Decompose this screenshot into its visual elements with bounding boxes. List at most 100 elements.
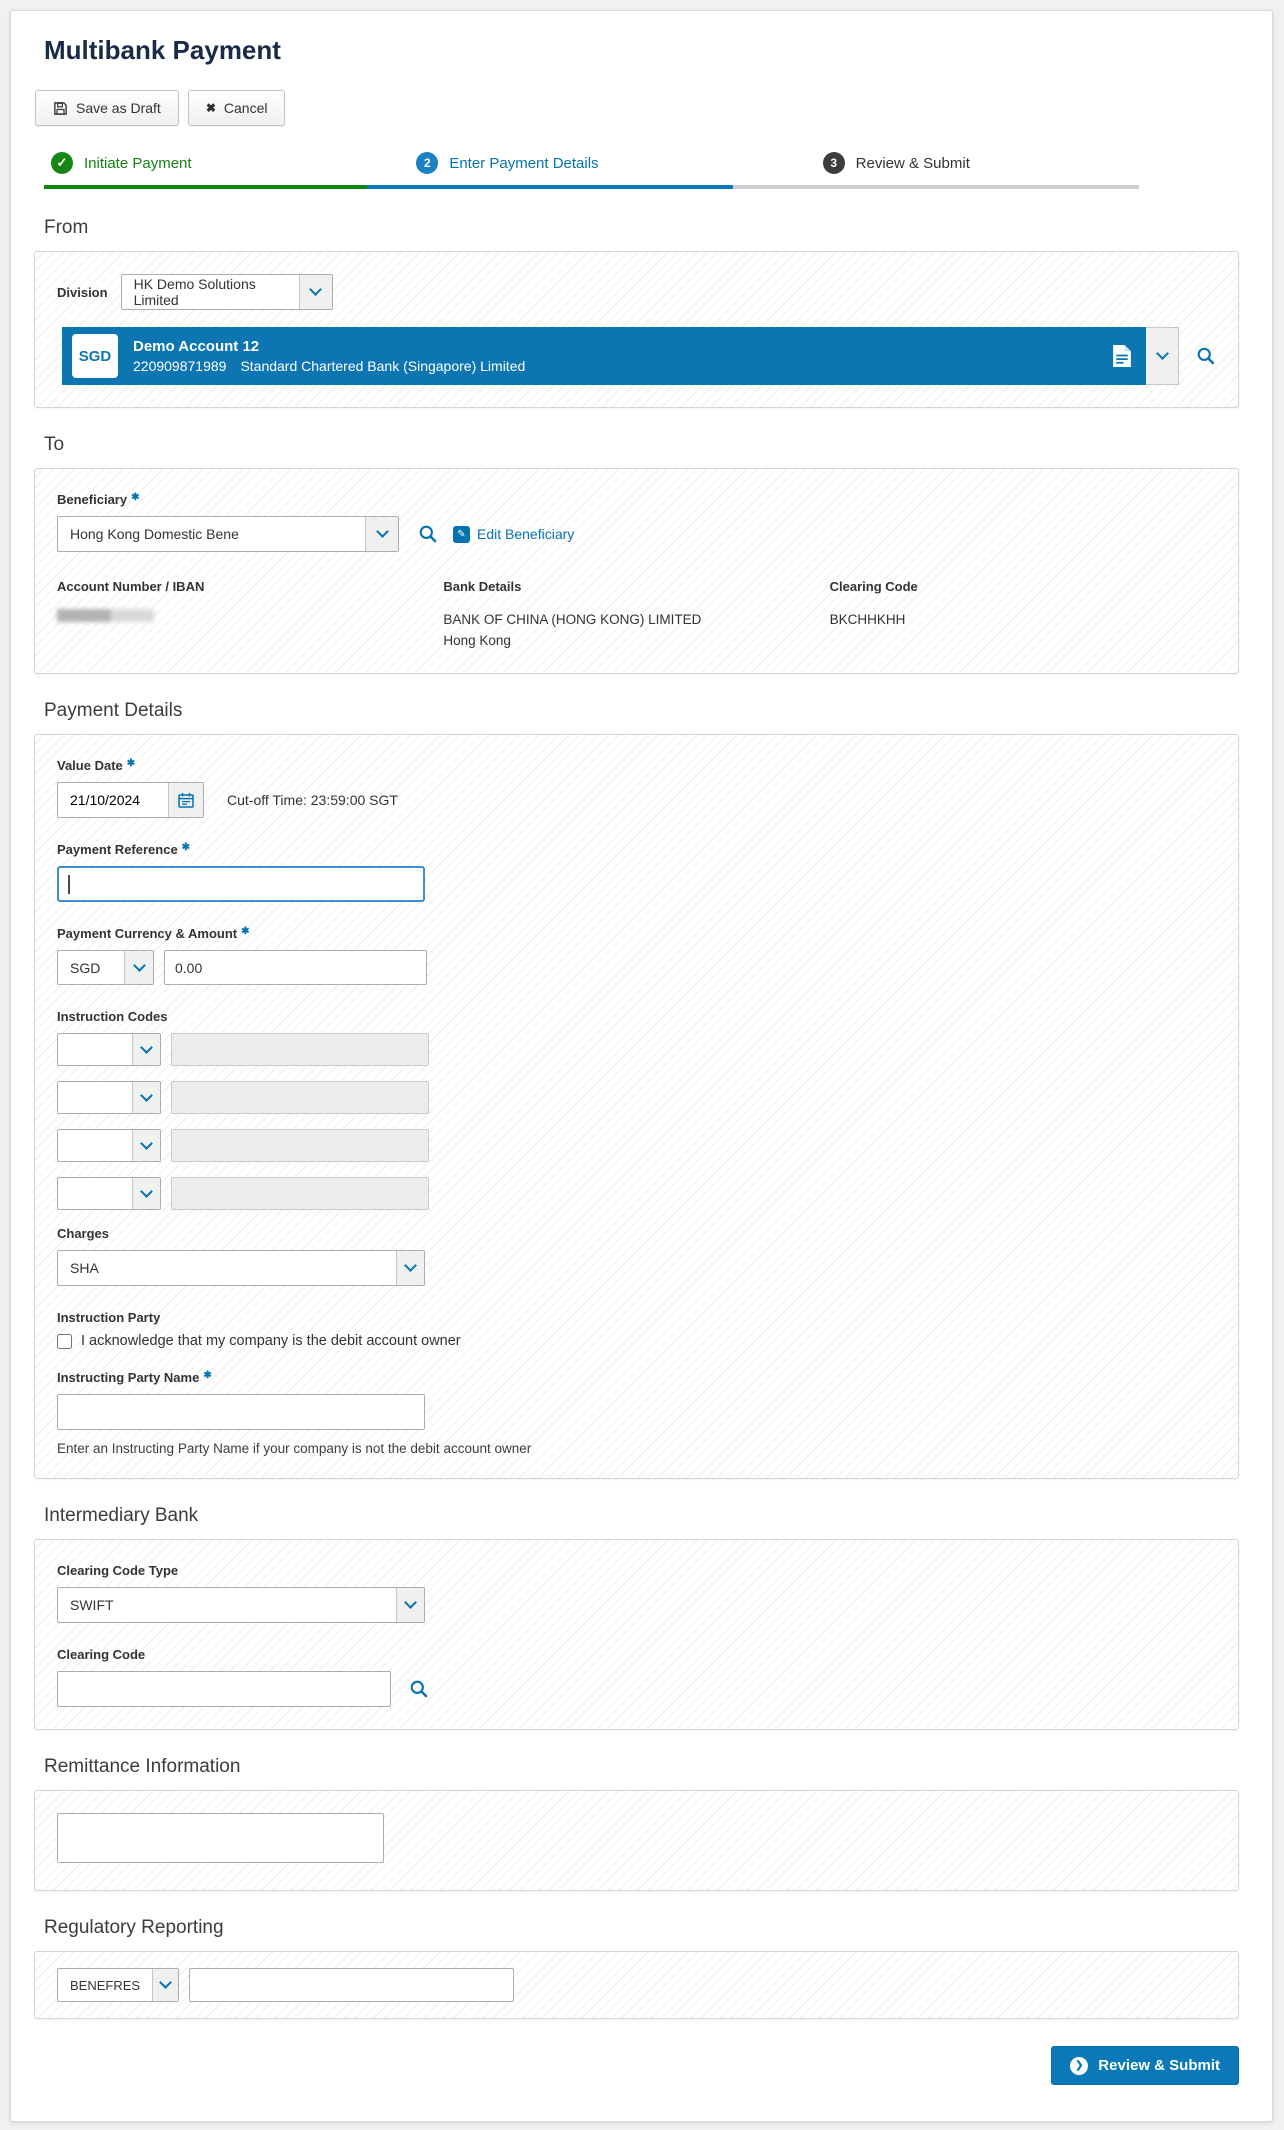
instruction-code-select-2[interactable] — [57, 1081, 161, 1114]
amount-input[interactable] — [164, 950, 427, 985]
bank-city: Hong Kong — [443, 633, 511, 648]
remittance-title: Remittance Information — [44, 1756, 241, 1777]
from-section-title: From — [44, 217, 89, 238]
beneficiary-label: Beneficiary ✱ — [57, 492, 140, 507]
intermediary-bank-title: Intermediary Bank — [44, 1505, 199, 1526]
remittance-section — [34, 1790, 1239, 1891]
chevron-down-icon — [140, 1088, 153, 1102]
value-date-label: Value Date ✱ — [57, 758, 136, 773]
calendar-button[interactable] — [168, 783, 203, 817]
division-select[interactable]: HK Demo Solutions Limited — [120, 274, 333, 310]
from-section: Division HK Demo Solutions Limited SGD D… — [34, 251, 1239, 408]
debit-account-card[interactable]: SGD Demo Account 12 220909871989 Standard… — [62, 327, 1147, 385]
intermediary-bank-section: Clearing Code Type SWIFT Clearing Code — [34, 1539, 1239, 1730]
regulatory-detail-input[interactable] — [189, 1968, 514, 2002]
instruction-code-row — [57, 1129, 1216, 1162]
required-asterisk: ✱ — [181, 842, 191, 853]
step-label: Initiate Payment — [84, 154, 192, 172]
payment-reference-label: Payment Reference ✱ — [57, 842, 191, 857]
beneficiary-selected-value: Hong Kong Domestic Bene — [70, 526, 239, 542]
instruction-code-select-3[interactable] — [57, 1129, 161, 1162]
account-search-icon[interactable] — [1196, 346, 1216, 366]
instructing-party-helper-text: Enter an Instructing Party Name if your … — [57, 1441, 532, 1456]
account-number: 220909871989 — [133, 358, 227, 374]
review-submit-button[interactable]: ❯ Review & Submit — [1051, 2046, 1239, 2085]
payment-reference-input[interactable] — [57, 866, 425, 902]
edit-pencil-icon: ✎ — [453, 525, 470, 543]
remittance-input[interactable] — [57, 1813, 384, 1863]
calendar-icon — [178, 793, 194, 808]
chevron-down-icon — [140, 1184, 153, 1198]
regulatory-section: BENEFRES — [34, 1951, 1239, 2019]
beneficiary-select[interactable]: Hong Kong Domestic Bene — [57, 516, 399, 552]
instruction-code-row — [57, 1033, 1216, 1066]
cancel-button[interactable]: ✖ Cancel — [187, 90, 286, 126]
acknowledge-checkbox[interactable] — [57, 1333, 72, 1349]
intermediary-clearing-code-input[interactable] — [57, 1671, 391, 1707]
save-as-draft-button[interactable]: Save as Draft — [35, 90, 179, 126]
account-number-column: Account Number / IBAN — [57, 579, 443, 651]
account-select-toggle[interactable] — [1146, 327, 1180, 385]
instruction-code-row — [57, 1081, 1216, 1114]
to-section: Beneficiary ✱ Hong Kong Domestic Bene ✎ E… — [34, 468, 1239, 674]
required-asterisk: ✱ — [126, 758, 136, 769]
currency-selected-value: SGD — [70, 959, 101, 976]
edit-beneficiary-label: Edit Beneficiary — [477, 526, 575, 542]
required-asterisk: ✱ — [131, 492, 140, 503]
clearing-code-search-icon[interactable] — [409, 1679, 429, 1699]
account-row: SGD Demo Account 12 220909871989 Standard… — [62, 327, 1216, 385]
step-label: Enter Payment Details — [449, 154, 599, 172]
instruction-code-select-4[interactable] — [57, 1177, 161, 1210]
clearing-code-type-value: SWIFT — [70, 1597, 114, 1613]
bank-name: BANK OF CHINA (HONG KONG) LIMITED — [443, 612, 702, 627]
account-statement-icon[interactable] — [1112, 344, 1132, 368]
toolbar: Save as Draft ✖ Cancel — [35, 90, 1239, 126]
instruction-code-select-1[interactable] — [57, 1033, 161, 1066]
instruction-code-description-2 — [171, 1081, 429, 1114]
step-review-submit[interactable]: 3 Review & Submit — [732, 152, 1139, 189]
charges-select[interactable]: SHA — [57, 1250, 425, 1286]
instruction-party-label: Instruction Party — [57, 1310, 161, 1325]
account-number-label: Account Number / IBAN — [57, 579, 205, 594]
charges-label: Charges — [57, 1226, 110, 1241]
cancel-x-icon: ✖ — [205, 101, 216, 115]
chevron-down-icon — [1155, 347, 1169, 360]
redacted-account-number — [57, 609, 154, 622]
chevron-down-icon — [132, 958, 146, 972]
wizard-steps: ✓ Initiate Payment 2 Enter Payment Detai… — [44, 152, 1139, 189]
step-label: Review & Submit — [855, 154, 970, 172]
bank-details-label: Bank Details — [443, 579, 522, 594]
bank-details-column: Bank Details BANK OF CHINA (HONG KONG) L… — [443, 579, 829, 651]
instructing-party-name-label: Instructing Party Name ✱ — [57, 1370, 212, 1385]
chevron-down-icon — [375, 525, 389, 538]
value-date-input[interactable] — [58, 783, 168, 817]
edit-beneficiary-link[interactable]: ✎ Edit Beneficiary — [453, 525, 575, 543]
text-caret — [68, 875, 70, 894]
instruction-code-value — [58, 1178, 132, 1209]
instruction-code-description-1 — [171, 1033, 429, 1066]
instruction-code-row — [57, 1177, 1216, 1210]
division-row: Division HK Demo Solutions Limited — [57, 274, 1216, 310]
beneficiary-search-icon[interactable] — [418, 524, 438, 544]
currency-select[interactable]: SGD — [57, 950, 154, 985]
division-label: Division — [57, 284, 108, 300]
step-enter-payment-details[interactable]: 2 Enter Payment Details — [367, 152, 733, 189]
instruction-code-description-4 — [171, 1177, 429, 1210]
currency-badge: SGD — [72, 334, 118, 378]
chevron-down-icon — [140, 1040, 153, 1054]
division-selected-value: HK Demo Solutions Limited — [133, 276, 256, 308]
value-date-control — [57, 782, 204, 818]
clearing-code-type-label: Clearing Code Type — [57, 1563, 179, 1578]
intermediary-clearing-code-label: Clearing Code — [57, 1647, 146, 1662]
regulatory-title: Regulatory Reporting — [44, 1917, 224, 1938]
step-initiate-payment[interactable]: ✓ Initiate Payment — [44, 152, 368, 189]
required-asterisk: ✱ — [241, 926, 250, 937]
clearing-code-type-select[interactable]: SWIFT — [57, 1587, 425, 1623]
regulatory-code-select[interactable]: BENEFRES — [57, 1968, 179, 2002]
save-as-draft-label: Save as Draft — [76, 100, 161, 116]
arrow-right-icon: ❯ — [1070, 2056, 1089, 2075]
chevron-down-icon — [159, 1976, 172, 1989]
account-name: Demo Account 12 — [133, 338, 260, 355]
to-section-title: To — [44, 434, 65, 455]
instructing-party-name-input[interactable] — [57, 1394, 425, 1430]
